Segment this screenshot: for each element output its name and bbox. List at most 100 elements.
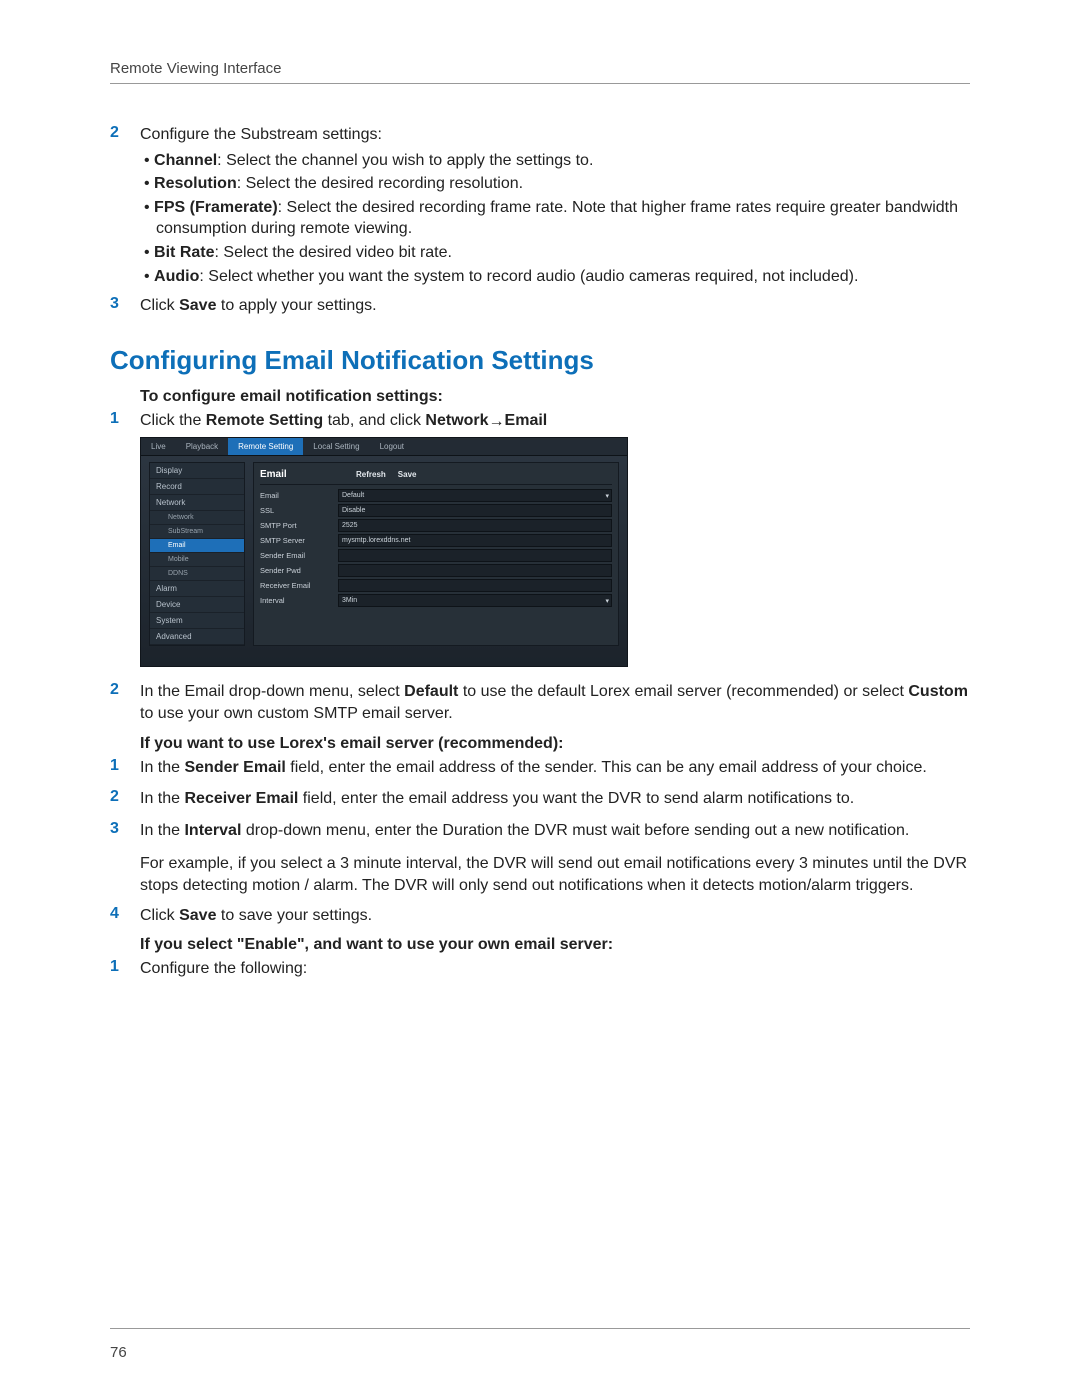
text-bold: Network bbox=[425, 412, 488, 429]
subsection-heading: If you want to use Lorex's email server … bbox=[140, 735, 970, 753]
example-paragraph: For example, if you select a 3 minute in… bbox=[140, 853, 970, 896]
refresh-button[interactable]: Refresh bbox=[356, 470, 386, 479]
form-row: Sender Pwd bbox=[260, 563, 612, 578]
sender-pwd-field[interactable] bbox=[338, 564, 612, 577]
text-bold: Remote Setting bbox=[206, 412, 323, 429]
bullet-text: : Select the channel you wish to apply t… bbox=[217, 152, 593, 169]
text: Click bbox=[140, 297, 179, 314]
tab-playback[interactable]: Playback bbox=[176, 438, 228, 455]
step-text: Click Save to apply your settings. bbox=[140, 295, 970, 317]
sidebar-sub-substream[interactable]: SubStream bbox=[150, 525, 244, 539]
bullet-text: : Select the desired recording resolutio… bbox=[237, 175, 523, 192]
smtp-port-field[interactable]: 2525 bbox=[338, 519, 612, 532]
page: Remote Viewing Interface 2 Configure the… bbox=[0, 0, 1080, 1397]
text-bold: Sender Email bbox=[184, 759, 285, 776]
step-number: 3 bbox=[110, 295, 140, 313]
form-label: Receiver Email bbox=[260, 581, 338, 590]
form-label: SMTP Server bbox=[260, 536, 338, 545]
receiver-email-field[interactable] bbox=[338, 579, 612, 592]
text-bold: Custom bbox=[908, 683, 968, 700]
arrow-icon: → bbox=[489, 411, 505, 433]
step-number: 1 bbox=[110, 757, 140, 775]
tab-local-setting[interactable]: Local Setting bbox=[303, 438, 369, 455]
text-bold: Receiver Email bbox=[184, 790, 298, 807]
step-text: In the Interval drop-down menu, enter th… bbox=[140, 820, 970, 842]
text: In the bbox=[140, 822, 184, 839]
step-number: 3 bbox=[110, 820, 140, 838]
text-bold: Save bbox=[179, 907, 216, 924]
text: field, enter the email address you want … bbox=[298, 790, 854, 807]
text: to apply your settings. bbox=[216, 297, 376, 314]
sidebar-record[interactable]: Record bbox=[150, 479, 244, 495]
form-label: SSL bbox=[260, 506, 338, 515]
step-number: 1 bbox=[110, 410, 140, 428]
text-bold: Interval bbox=[184, 822, 241, 839]
form-label: Email bbox=[260, 491, 338, 500]
email-select[interactable]: Default bbox=[338, 489, 612, 502]
form-row: Interval3Min bbox=[260, 593, 612, 608]
sidebar-display[interactable]: Display bbox=[150, 463, 244, 479]
text: tab, and click bbox=[323, 412, 425, 429]
sidebar-sub-ddns[interactable]: DDNS bbox=[150, 567, 244, 581]
text-bold: Email bbox=[505, 412, 548, 429]
tab-live[interactable]: Live bbox=[141, 438, 176, 455]
text: drop-down menu, enter the Duration the D… bbox=[241, 822, 909, 839]
bullet-term: Channel bbox=[154, 152, 217, 169]
form-row: SMTP Port2525 bbox=[260, 518, 612, 533]
form-row: SMTP Servermysmtp.lorexddns.net bbox=[260, 533, 612, 548]
own-step-1: 1 Configure the following: bbox=[110, 958, 970, 980]
section-title: Configuring Email Notification Settings bbox=[110, 345, 970, 376]
form-label: Interval bbox=[260, 596, 338, 605]
form-row: Receiver Email bbox=[260, 578, 612, 593]
interval-select[interactable]: 3Min bbox=[338, 594, 612, 607]
email-step-1: 1 Click the Remote Setting tab, and clic… bbox=[110, 410, 970, 432]
lorex-step-1: 1 In the Sender Email field, enter the e… bbox=[110, 757, 970, 779]
bullet-text: : Select whether you want the system to … bbox=[199, 268, 858, 285]
text: In the bbox=[140, 790, 184, 807]
bullet: • Bit Rate: Select the desired video bit… bbox=[140, 242, 970, 264]
sidebar-sub-email[interactable]: Email bbox=[150, 539, 244, 553]
sidebar-sub-network[interactable]: Network bbox=[150, 511, 244, 525]
header-title: Remote Viewing Interface bbox=[110, 60, 970, 77]
ssl-field[interactable]: Disable bbox=[338, 504, 612, 517]
text-bold: Default bbox=[404, 683, 458, 700]
form-label: Sender Pwd bbox=[260, 566, 338, 575]
tab-logout[interactable]: Logout bbox=[370, 438, 414, 455]
step-number: 2 bbox=[110, 681, 140, 699]
lorex-step-3: 3 In the Interval drop-down menu, enter … bbox=[110, 820, 970, 842]
form-row: SSLDisable bbox=[260, 503, 612, 518]
screenshot-tabs: Live Playback Remote Setting Local Setti… bbox=[141, 438, 627, 456]
sidebar-network[interactable]: Network bbox=[150, 495, 244, 511]
bullet-term: Bit Rate bbox=[154, 244, 214, 261]
sender-email-field[interactable] bbox=[338, 549, 612, 562]
subsection-heading: If you select "Enable", and want to use … bbox=[140, 936, 970, 954]
bullet-term: Audio bbox=[154, 268, 199, 285]
bullet: • Audio: Select whether you want the sys… bbox=[140, 266, 970, 288]
text: to use your own custom SMTP email server… bbox=[140, 705, 453, 722]
lorex-step-2: 2 In the Receiver Email field, enter the… bbox=[110, 788, 970, 810]
form-title: Email bbox=[260, 469, 356, 480]
bullet: • Resolution: Select the desired recordi… bbox=[140, 173, 970, 195]
sidebar-system[interactable]: System bbox=[150, 613, 244, 629]
sidebar-advanced[interactable]: Advanced bbox=[150, 629, 244, 645]
sidebar-device[interactable]: Device bbox=[150, 597, 244, 613]
sidebar-alarm[interactable]: Alarm bbox=[150, 581, 244, 597]
form-label: SMTP Port bbox=[260, 521, 338, 530]
subsection-heading: To configure email notification settings… bbox=[140, 388, 970, 406]
form-row: EmailDefault bbox=[260, 488, 612, 503]
step-2: 2 Configure the Substream settings: bbox=[110, 124, 970, 146]
header-rule bbox=[110, 83, 970, 84]
step-number: 2 bbox=[110, 124, 140, 142]
form-row: Sender Email bbox=[260, 548, 612, 563]
step-3: 3 Click Save to apply your settings. bbox=[110, 295, 970, 317]
step-number: 4 bbox=[110, 905, 140, 923]
bullet: • Channel: Select the channel you wish t… bbox=[140, 150, 970, 172]
tab-remote-setting[interactable]: Remote Setting bbox=[228, 438, 303, 455]
step-2-bullets: • Channel: Select the channel you wish t… bbox=[140, 150, 970, 288]
text: to save your settings. bbox=[216, 907, 372, 924]
step-text: Click Save to save your settings. bbox=[140, 905, 970, 927]
sidebar-sub-mobile[interactable]: Mobile bbox=[150, 553, 244, 567]
footer-rule bbox=[110, 1328, 970, 1329]
smtp-server-field[interactable]: mysmtp.lorexddns.net bbox=[338, 534, 612, 547]
save-button[interactable]: Save bbox=[398, 470, 417, 479]
